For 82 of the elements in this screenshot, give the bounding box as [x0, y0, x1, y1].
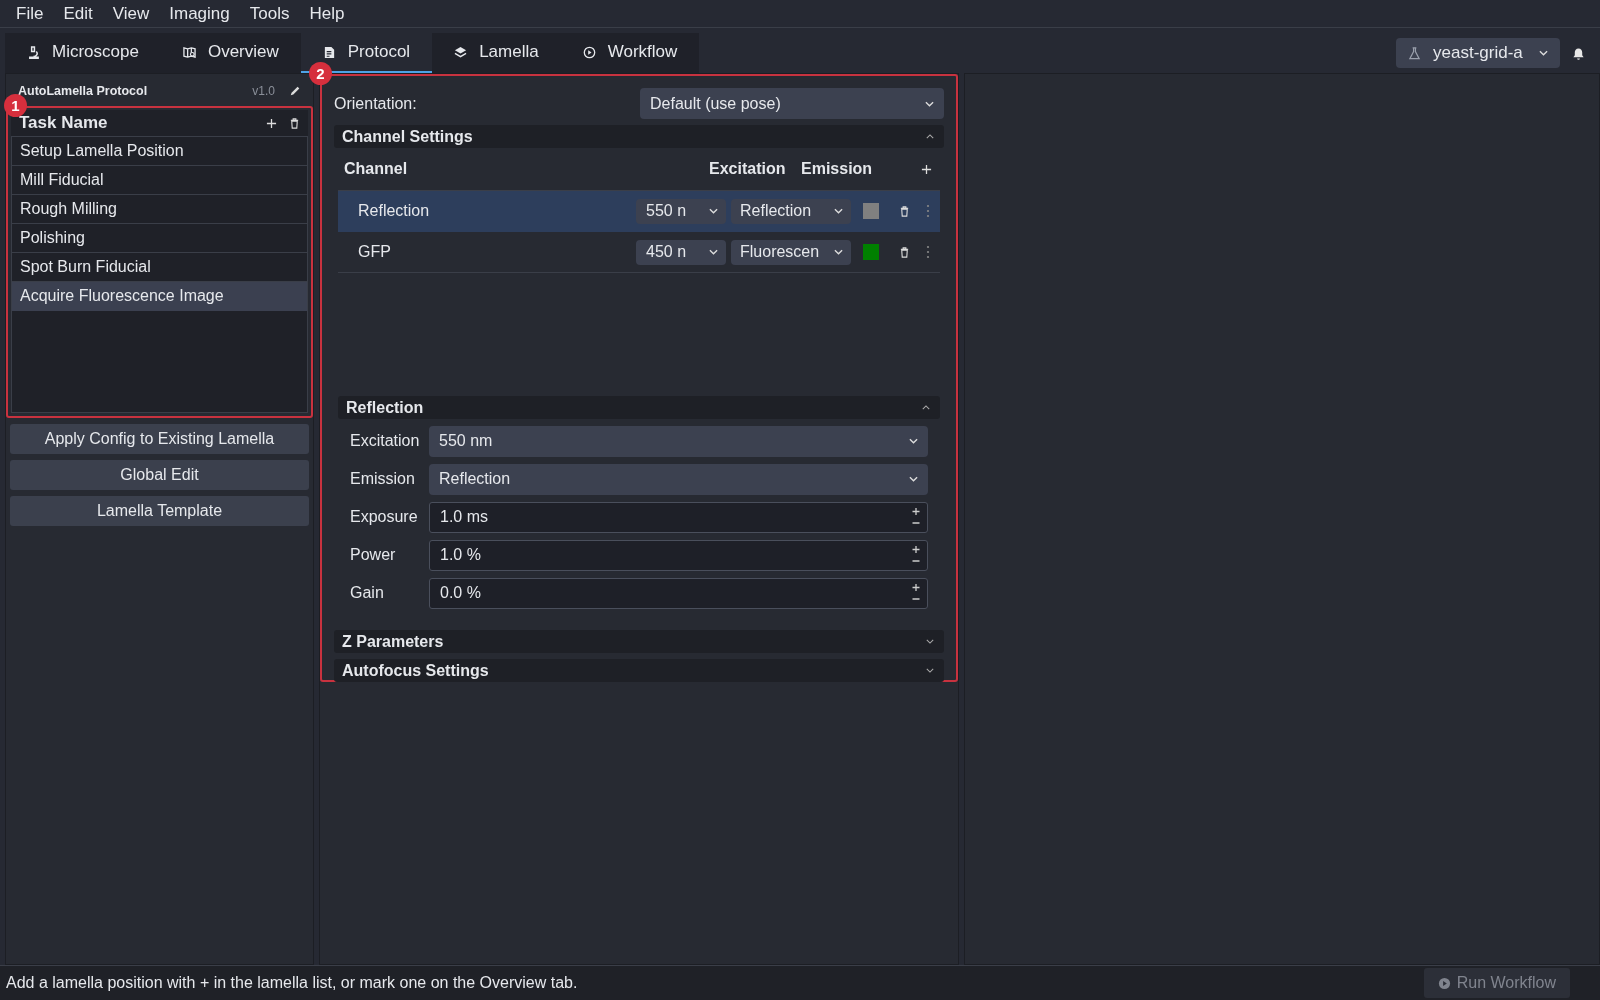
field-label: Gain — [350, 584, 385, 602]
delete-icon[interactable] — [899, 246, 910, 258]
emission-dropdown[interactable]: Reflection — [731, 198, 851, 224]
task-item[interactable]: Mill Fiducial — [12, 166, 307, 195]
add-icon[interactable] — [266, 117, 277, 129]
play-icon — [1437, 976, 1451, 990]
chevron-down-icon — [909, 438, 918, 444]
section-header[interactable]: Z Parameters — [334, 630, 944, 653]
status-message: Add a lamella position with + in the lamella list, or mark one on the Overview tab. — [6, 974, 578, 992]
orientation-dropdown[interactable]: Default (use pose) — [640, 88, 944, 119]
dropdown[interactable]: Reflection — [429, 463, 928, 495]
project-selector[interactable]: yeast-grid-a — [1396, 38, 1560, 68]
chevron-down-icon — [926, 668, 934, 673]
chevron-down-icon — [909, 476, 918, 482]
chevron-down-icon — [926, 639, 934, 644]
chevron-down-icon — [709, 249, 718, 255]
chevron-down-icon — [925, 100, 934, 107]
channel-row[interactable]: GFP 450 n Fluorescen — [338, 232, 940, 273]
chevron-down-icon — [709, 208, 718, 214]
column-header: Emission — [801, 160, 874, 178]
column-header: Excitation — [709, 160, 787, 178]
add-icon[interactable] — [921, 163, 932, 175]
action-button[interactable]: Lamella Template — [10, 496, 309, 526]
column-header: Channel — [344, 160, 409, 178]
field-label: Exposure — [350, 508, 419, 526]
dropdown[interactable]: 550 nm — [429, 425, 928, 457]
stepper-icon[interactable] — [911, 507, 921, 527]
excitation-dropdown[interactable]: 550 n — [636, 198, 726, 224]
bell-icon[interactable] — [1572, 46, 1585, 60]
version-label: v1.0 — [252, 84, 275, 98]
tab[interactable]: Lamella — [432, 33, 561, 73]
chevron-down-icon — [834, 249, 843, 255]
tab[interactable]: Microscope — [5, 33, 161, 73]
microscope-icon — [27, 45, 40, 59]
edit-icon[interactable] — [289, 85, 301, 97]
document-icon — [322, 45, 336, 59]
stepper-icon[interactable] — [911, 545, 921, 565]
more-icon[interactable] — [926, 204, 930, 218]
section-header[interactable]: Reflection — [338, 396, 940, 419]
menu-item[interactable]: Edit — [53, 3, 103, 24]
task-item[interactable]: Rough Milling — [12, 195, 307, 224]
color-swatch[interactable] — [863, 244, 879, 260]
chevron-up-icon — [922, 405, 930, 410]
field-label: Emission — [350, 470, 416, 488]
emission-dropdown[interactable]: Fluorescen — [731, 239, 851, 265]
task-item[interactable]: Polishing — [12, 224, 307, 253]
delete-icon[interactable] — [289, 117, 300, 129]
number-field[interactable]: 1.0 % — [429, 539, 928, 571]
channel-row[interactable]: Reflection 550 n Reflection — [338, 191, 940, 232]
number-field[interactable]: 1.0 ms — [429, 501, 928, 533]
stepper-icon[interactable] — [911, 583, 921, 603]
field-label: Power — [350, 546, 397, 564]
map-icon — [182, 45, 196, 59]
play-circle-icon — [582, 45, 596, 59]
layers-icon — [454, 45, 468, 59]
menu-item[interactable]: Tools — [239, 3, 300, 24]
tab[interactable]: Workflow — [560, 33, 700, 73]
field-label: Excitation — [350, 432, 421, 450]
menu-item[interactable]: View — [102, 3, 160, 24]
action-button[interactable]: Apply Config to Existing Lamella — [10, 424, 309, 454]
annotation-marker: 1 — [4, 94, 27, 117]
chevron-down-icon — [834, 208, 843, 214]
excitation-dropdown[interactable]: 450 n — [636, 239, 726, 265]
chevron-up-icon — [926, 134, 934, 139]
task-item[interactable]: Acquire Fluorescence Image — [12, 282, 307, 311]
number-field[interactable]: 0.0 % — [429, 577, 928, 609]
flask-icon — [1408, 46, 1421, 60]
more-icon[interactable] — [926, 245, 930, 259]
chevron-down-icon — [1539, 50, 1548, 56]
section-header[interactable]: Channel Settings — [334, 125, 944, 148]
delete-icon[interactable] — [899, 205, 910, 217]
color-swatch[interactable] — [863, 203, 879, 219]
menu-item[interactable]: File — [6, 3, 54, 24]
channel-name: GFP — [358, 243, 392, 261]
task-item[interactable]: Setup Lamella Position — [12, 137, 307, 166]
section-header[interactable]: Autofocus Settings — [334, 659, 944, 682]
menu-item[interactable]: Imaging — [159, 3, 240, 24]
field-label: Orientation: — [334, 94, 417, 113]
channel-name: Reflection — [358, 202, 431, 220]
action-button[interactable]: Global Edit — [10, 460, 309, 490]
menu-item[interactable]: Help — [299, 3, 355, 24]
tab[interactable]: Overview — [160, 33, 301, 73]
